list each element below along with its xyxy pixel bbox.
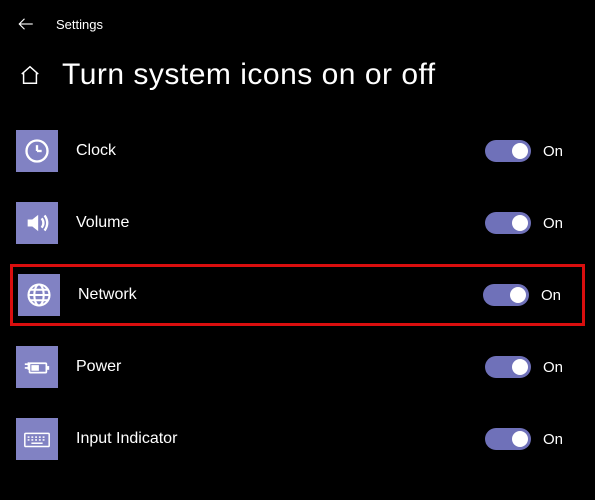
toggle-state-label: On xyxy=(543,431,569,448)
list-item-network: Network On xyxy=(12,266,583,324)
toggle-group: On xyxy=(485,356,569,378)
toggle-group: On xyxy=(485,428,569,450)
toggle-power[interactable] xyxy=(485,356,531,378)
list-item-power: Power On xyxy=(16,338,579,396)
toggle-state-label: On xyxy=(543,215,569,232)
item-label: Input Indicator xyxy=(76,430,485,448)
list-item-clock: Clock On xyxy=(16,122,579,180)
volume-icon xyxy=(16,202,58,244)
network-icon xyxy=(18,274,60,316)
toggle-state-label: On xyxy=(541,287,567,304)
keyboard-icon xyxy=(16,418,58,460)
toggle-network[interactable] xyxy=(483,284,529,306)
home-icon[interactable] xyxy=(18,63,42,87)
toggle-group: On xyxy=(485,140,569,162)
page-heading-row: Turn system icons on or off xyxy=(0,44,595,102)
page-title: Turn system icons on or off xyxy=(62,58,436,92)
toggle-input-indicator[interactable] xyxy=(485,428,531,450)
toggle-state-label: On xyxy=(543,359,569,376)
toggle-clock[interactable] xyxy=(485,140,531,162)
header: Settings xyxy=(0,0,595,44)
power-icon xyxy=(16,346,58,388)
item-label: Clock xyxy=(76,142,485,160)
back-button[interactable] xyxy=(12,10,40,38)
item-label: Network xyxy=(78,286,483,304)
back-arrow-icon xyxy=(17,15,35,33)
item-label: Volume xyxy=(76,214,485,232)
settings-list: Clock On Volume On xyxy=(0,102,595,468)
list-item-volume: Volume On xyxy=(16,194,579,252)
toggle-group: On xyxy=(485,212,569,234)
toggle-group: On xyxy=(483,284,567,306)
item-label: Power xyxy=(76,358,485,376)
toggle-volume[interactable] xyxy=(485,212,531,234)
app-title: Settings xyxy=(56,17,103,32)
list-item-input-indicator: Input Indicator On xyxy=(16,410,579,468)
toggle-state-label: On xyxy=(543,143,569,160)
clock-icon xyxy=(16,130,58,172)
